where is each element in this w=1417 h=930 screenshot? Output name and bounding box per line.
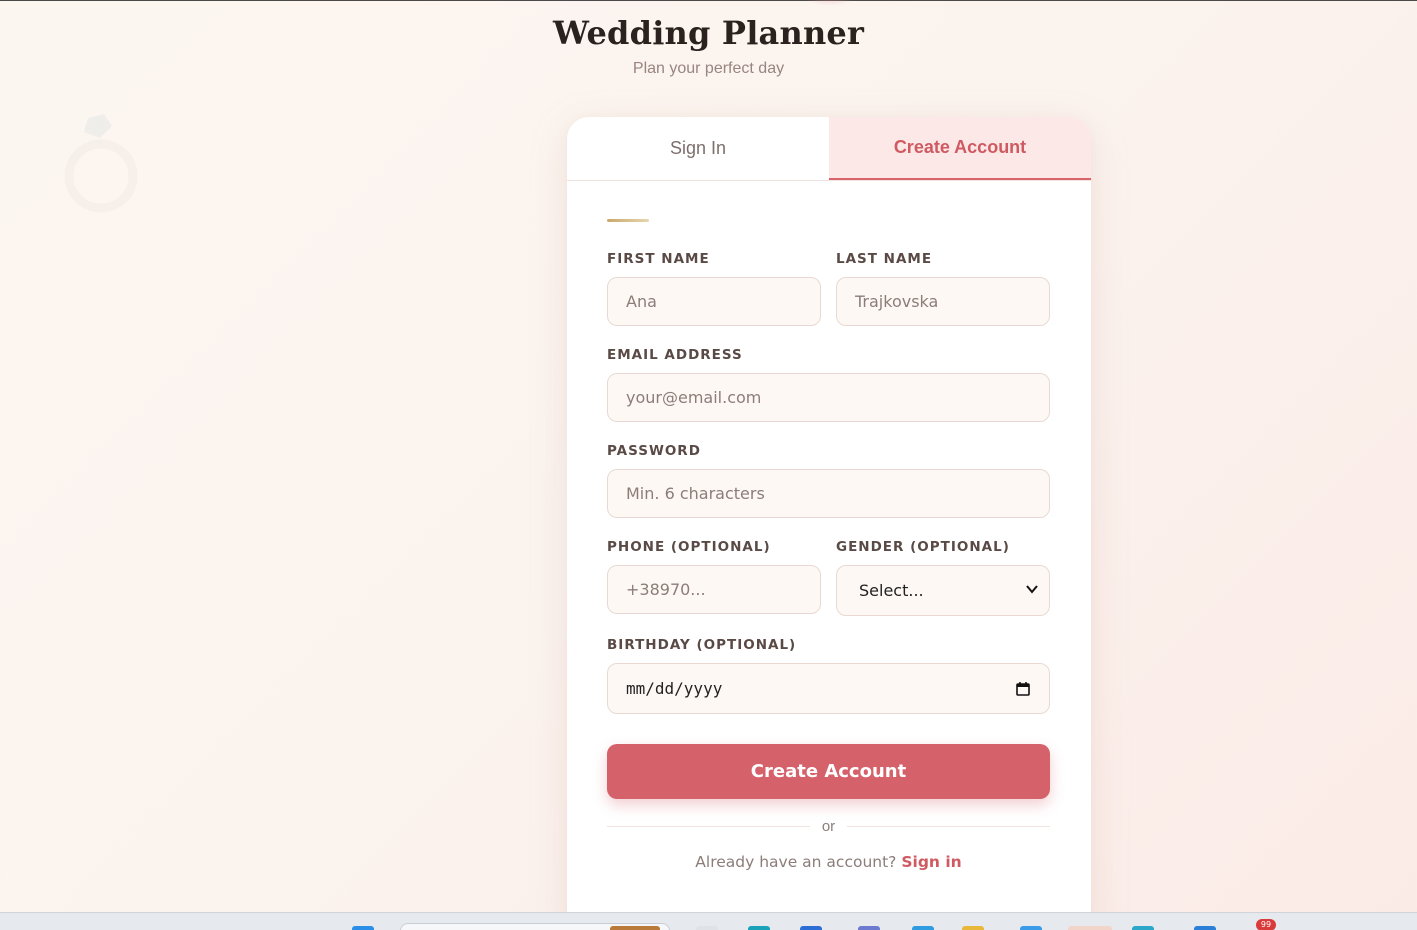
app-icon-6[interactable] xyxy=(1194,926,1216,930)
auth-tabs: Sign In Create Account xyxy=(567,117,1091,181)
birthday-value: mm/dd/yyyy xyxy=(626,679,723,698)
app-icon-3[interactable] xyxy=(912,926,934,930)
tab-sign-in[interactable]: Sign In xyxy=(567,117,829,180)
ring-icon xyxy=(64,114,138,213)
app-subtitle: Plan your perfect day xyxy=(632,60,785,77)
profile-icon[interactable] xyxy=(1068,926,1112,930)
gender-label: GENDER (OPTIONAL) xyxy=(836,539,1010,555)
phone-gender-row: PHONE (OPTIONAL) GENDER (OPTIONAL) Selec… xyxy=(607,539,1050,616)
task-view-icon[interactable] xyxy=(696,926,718,930)
last-name-input[interactable] xyxy=(836,277,1050,326)
or-divider: or xyxy=(607,818,1050,835)
name-row: FIRST NAME LAST NAME xyxy=(607,251,1050,326)
auth-card: Sign In Create Account FIRST NAME LAST N… xyxy=(567,117,1091,930)
window-top-border xyxy=(0,0,1417,1)
decorative-glow xyxy=(800,0,860,6)
divider-text: or xyxy=(821,818,836,835)
email-input[interactable] xyxy=(607,373,1050,422)
create-account-form: FIRST NAME LAST NAME EMAIL ADDRESS PASSW… xyxy=(607,219,1050,871)
accent-bar xyxy=(607,219,649,222)
app-icon-5[interactable] xyxy=(1132,926,1154,930)
switch-prompt: Already have an account? xyxy=(695,853,897,871)
os-taskbar: 99 xyxy=(0,912,1417,930)
chevron-down-icon xyxy=(1026,585,1038,594)
app-title: Wedding Planner xyxy=(552,14,865,52)
notification-badge: 99 xyxy=(1256,919,1276,930)
calendar-icon[interactable] xyxy=(1015,681,1031,697)
gender-select[interactable]: Select... xyxy=(836,565,1050,616)
search-highlight-icon xyxy=(610,926,660,930)
app-icon-4[interactable] xyxy=(1020,926,1042,930)
password-input[interactable] xyxy=(607,469,1050,518)
sign-in-link[interactable]: Sign in xyxy=(901,853,961,871)
switch-to-sign-in: Already have an account? Sign in xyxy=(607,853,1050,871)
first-name-label: FIRST NAME xyxy=(607,251,710,267)
divider-line-left xyxy=(607,826,810,827)
last-name-label: LAST NAME xyxy=(836,251,933,267)
phone-input[interactable] xyxy=(607,565,821,614)
phone-label: PHONE (OPTIONAL) xyxy=(607,539,771,555)
email-label: EMAIL ADDRESS xyxy=(607,347,743,363)
first-name-input[interactable] xyxy=(607,277,821,326)
create-account-button[interactable]: Create Account xyxy=(607,744,1050,799)
password-label: PASSWORD xyxy=(607,443,701,459)
tab-create-account[interactable]: Create Account xyxy=(829,117,1091,180)
app-icon-1[interactable] xyxy=(800,926,822,930)
folder-icon[interactable] xyxy=(962,926,984,930)
birthday-input[interactable]: mm/dd/yyyy xyxy=(607,663,1050,714)
divider-line-right xyxy=(847,826,1050,827)
app-icon-2[interactable] xyxy=(858,926,880,930)
birthday-label: BIRTHDAY (OPTIONAL) xyxy=(607,637,797,653)
start-icon[interactable] xyxy=(352,926,374,930)
gender-select-value: Select... xyxy=(859,581,924,600)
edge-icon[interactable] xyxy=(748,926,770,930)
